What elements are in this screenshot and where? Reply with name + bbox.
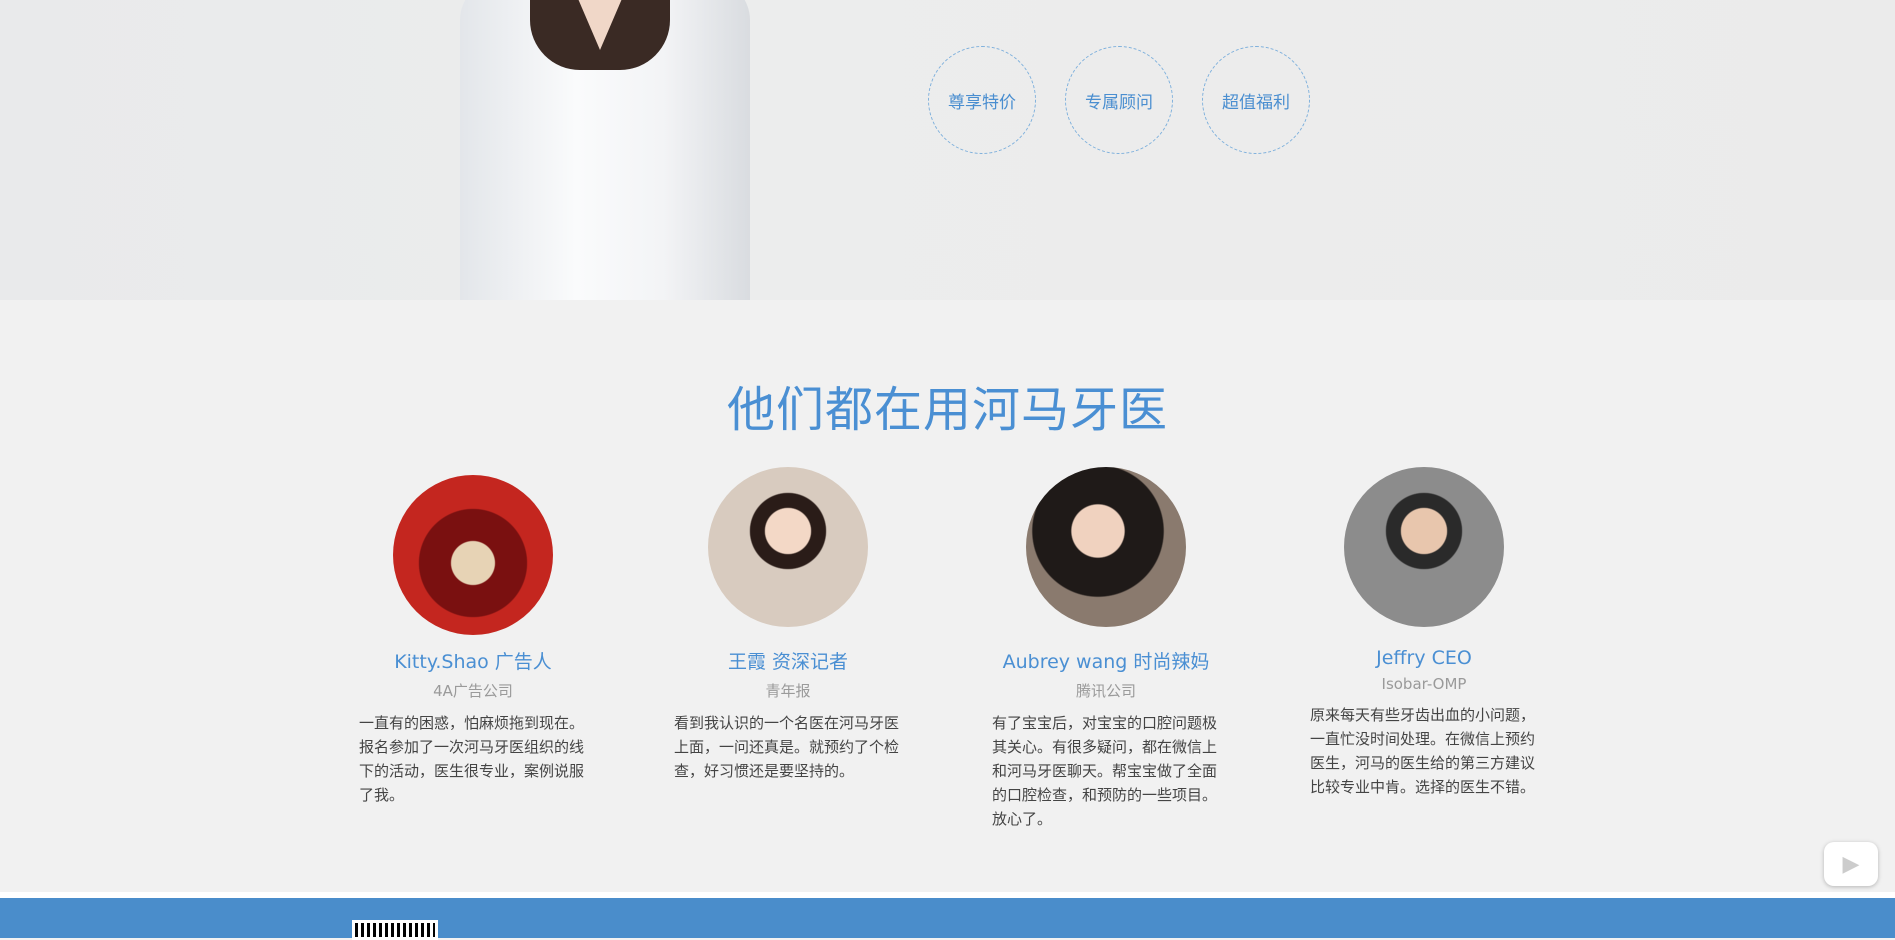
- testimonial-company: 青年报: [765, 682, 811, 700]
- testimonial-quote: 一直有的困惑，怕麻烦拖到现在。报名参加了一次河马牙医组织的线下的活动，医生很专业…: [359, 714, 585, 804]
- avatar: [708, 467, 868, 627]
- video-play-icon[interactable]: ▶: [1824, 842, 1878, 886]
- testimonial-quote: 原来每天有些牙齿出血的小问题，一直忙没时间处理。在微信上预约医生，河马的医生给的…: [1310, 706, 1536, 796]
- testimonial-card: Aubrey wang 时尚辣妈 腾讯公司 有了宝宝后，对宝宝的口腔问题极其关心…: [986, 467, 1226, 831]
- testimonials-section: 他们都在用河马牙医 Kitty.Shao 广告人 4A广告公司 一直有的困惑，怕…: [0, 300, 1895, 892]
- testimonial-quote: 有了宝宝后，对宝宝的口腔问题极其关心。有很多疑问，都在微信上和河马牙医聊天。帮宝…: [992, 714, 1218, 828]
- testimonial-card: Jeffry CEO Isobar-OMP 原来每天有些牙齿出血的小问题，一直忙…: [1304, 467, 1544, 799]
- badge-consultant: 专属顾问: [1065, 46, 1173, 154]
- hero-banner: 尊享特价 专属顾问 超值福利: [0, 0, 1895, 300]
- hero-doctor-image: [440, 0, 770, 300]
- section-title: 他们都在用河马牙医: [726, 382, 1168, 438]
- testimonial-card: 王霞 资深记者 青年报 看到我认识的一个名医在河马牙医上面，一问还真是。就预约了…: [668, 467, 908, 783]
- qr-code-image: [352, 920, 438, 940]
- testimonial-name: Kitty.Shao 广告人: [394, 651, 552, 673]
- testimonial-name: 王霞 资深记者: [727, 651, 849, 673]
- testimonial-company: Isobar-OMP: [1381, 675, 1467, 693]
- footer: [0, 898, 1895, 940]
- avatar: [393, 475, 553, 635]
- testimonial-company: 4A广告公司: [433, 682, 513, 700]
- testimonial-name: Jeffry CEO: [1376, 647, 1472, 669]
- testimonial-name: Aubrey wang 时尚辣妈: [1002, 651, 1210, 673]
- testimonial-company: 腾讯公司: [1075, 682, 1136, 700]
- avatar: [1026, 467, 1186, 627]
- avatar: [1344, 467, 1504, 627]
- badge-benefits: 超值福利: [1202, 46, 1310, 154]
- testimonial-quote: 看到我认识的一个名医在河马牙医上面，一问还真是。就预约了个检查，好习惯还是要坚持…: [674, 714, 900, 780]
- badge-special-price: 尊享特价: [928, 46, 1036, 154]
- testimonial-card: Kitty.Shao 广告人 4A广告公司 一直有的困惑，怕麻烦拖到现在。报名参…: [353, 475, 593, 807]
